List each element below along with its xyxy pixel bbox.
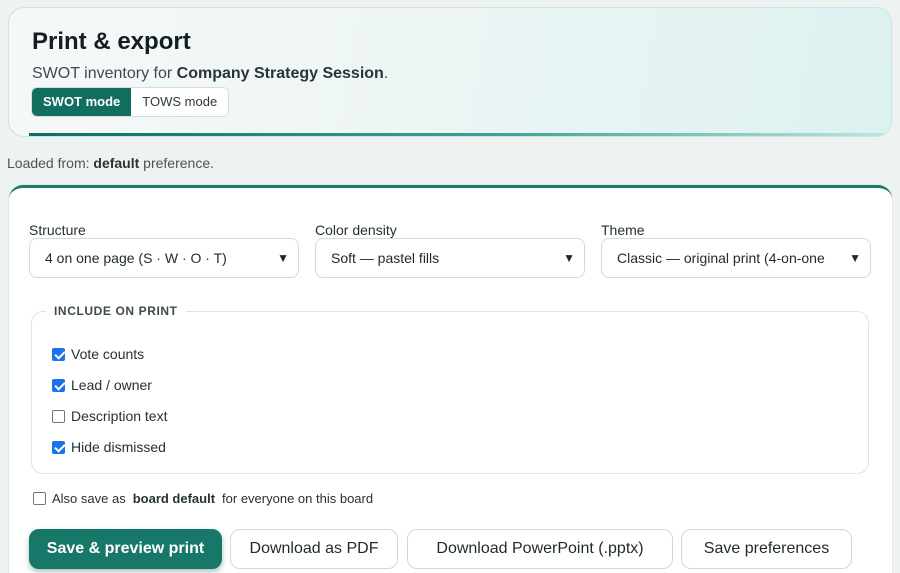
board-default-checkbox[interactable] — [33, 492, 46, 505]
description-text-label: Description text — [71, 408, 168, 424]
board-default-suffix: for everyone on this board — [222, 491, 374, 506]
board-default-option[interactable]: Also save as board default for everyone … — [33, 491, 373, 506]
session-name: Company Strategy Session — [176, 65, 384, 82]
color-density-value: Soft — pastel fills — [331, 250, 440, 266]
loaded-from-line: Loaded from: default preference. — [7, 155, 214, 171]
print-options-card: Structure 4 on one page (S · W · O · T) … — [9, 185, 892, 573]
vote-counts-label: Vote counts — [71, 346, 145, 362]
save-preview-print-button[interactable]: Save & preview print — [29, 529, 222, 569]
mode-toggle: SWOT mode TOWS mode — [31, 87, 230, 117]
color-density-label: Color density — [315, 222, 397, 238]
hide-dismissed-label: Hide dismissed — [71, 439, 166, 455]
theme-select[interactable]: Classic — original print (4-on-one ▼ — [601, 238, 871, 278]
download-pptx-button[interactable]: Download PowerPoint (.pptx) — [407, 529, 673, 569]
loaded-prefix: Loaded from: — [7, 155, 94, 171]
header-card: Print & export SWOT inventory for Compan… — [8, 7, 892, 137]
board-default-bold: board default — [132, 491, 216, 506]
vote-counts-checkbox[interactable] — [52, 347, 65, 361]
structure-select[interactable]: 4 on one page (S · W · O · T) ▼ — [29, 238, 299, 278]
lead-owner-option[interactable]: Lead / owner — [52, 377, 152, 393]
subtitle-prefix: SWOT inventory for — [32, 65, 177, 82]
subtitle-suffix: . — [383, 65, 389, 82]
page-title: Print & export — [32, 28, 191, 55]
swot-mode-button[interactable]: SWOT mode — [32, 88, 132, 116]
header-accent-bar — [29, 133, 891, 136]
page-subtitle: SWOT inventory for Company Strategy Sess… — [32, 65, 388, 83]
loaded-suffix: preference. — [139, 155, 214, 171]
lead-owner-checkbox[interactable] — [52, 378, 65, 392]
loaded-source: default — [93, 155, 140, 171]
color-density-select[interactable]: Soft — pastel fills ▼ — [315, 238, 585, 278]
tows-mode-button[interactable]: TOWS mode — [131, 88, 229, 116]
structure-label: Structure — [29, 222, 86, 238]
theme-label: Theme — [601, 222, 645, 238]
chevron-down-icon: ▼ — [849, 251, 861, 265]
save-preferences-button[interactable]: Save preferences — [681, 529, 852, 569]
description-text-checkbox[interactable] — [52, 409, 65, 423]
include-on-print-group: INCLUDE ON PRINT Vote counts Lead / owne… — [31, 304, 869, 474]
download-pdf-button[interactable]: Download as PDF — [230, 529, 398, 569]
hide-dismissed-checkbox[interactable] — [52, 440, 65, 454]
board-default-prefix: Also save as — [52, 491, 126, 506]
hide-dismissed-option[interactable]: Hide dismissed — [52, 439, 166, 455]
chevron-down-icon: ▼ — [277, 251, 289, 265]
vote-counts-option[interactable]: Vote counts — [52, 346, 144, 362]
theme-value: Classic — original print (4-on-one — [617, 250, 825, 266]
include-legend: INCLUDE ON PRINT — [46, 304, 186, 318]
chevron-down-icon: ▼ — [563, 251, 575, 265]
structure-value: 4 on one page (S · W · O · T) — [45, 250, 227, 266]
lead-owner-label: Lead / owner — [71, 377, 152, 393]
description-text-option[interactable]: Description text — [52, 408, 167, 424]
